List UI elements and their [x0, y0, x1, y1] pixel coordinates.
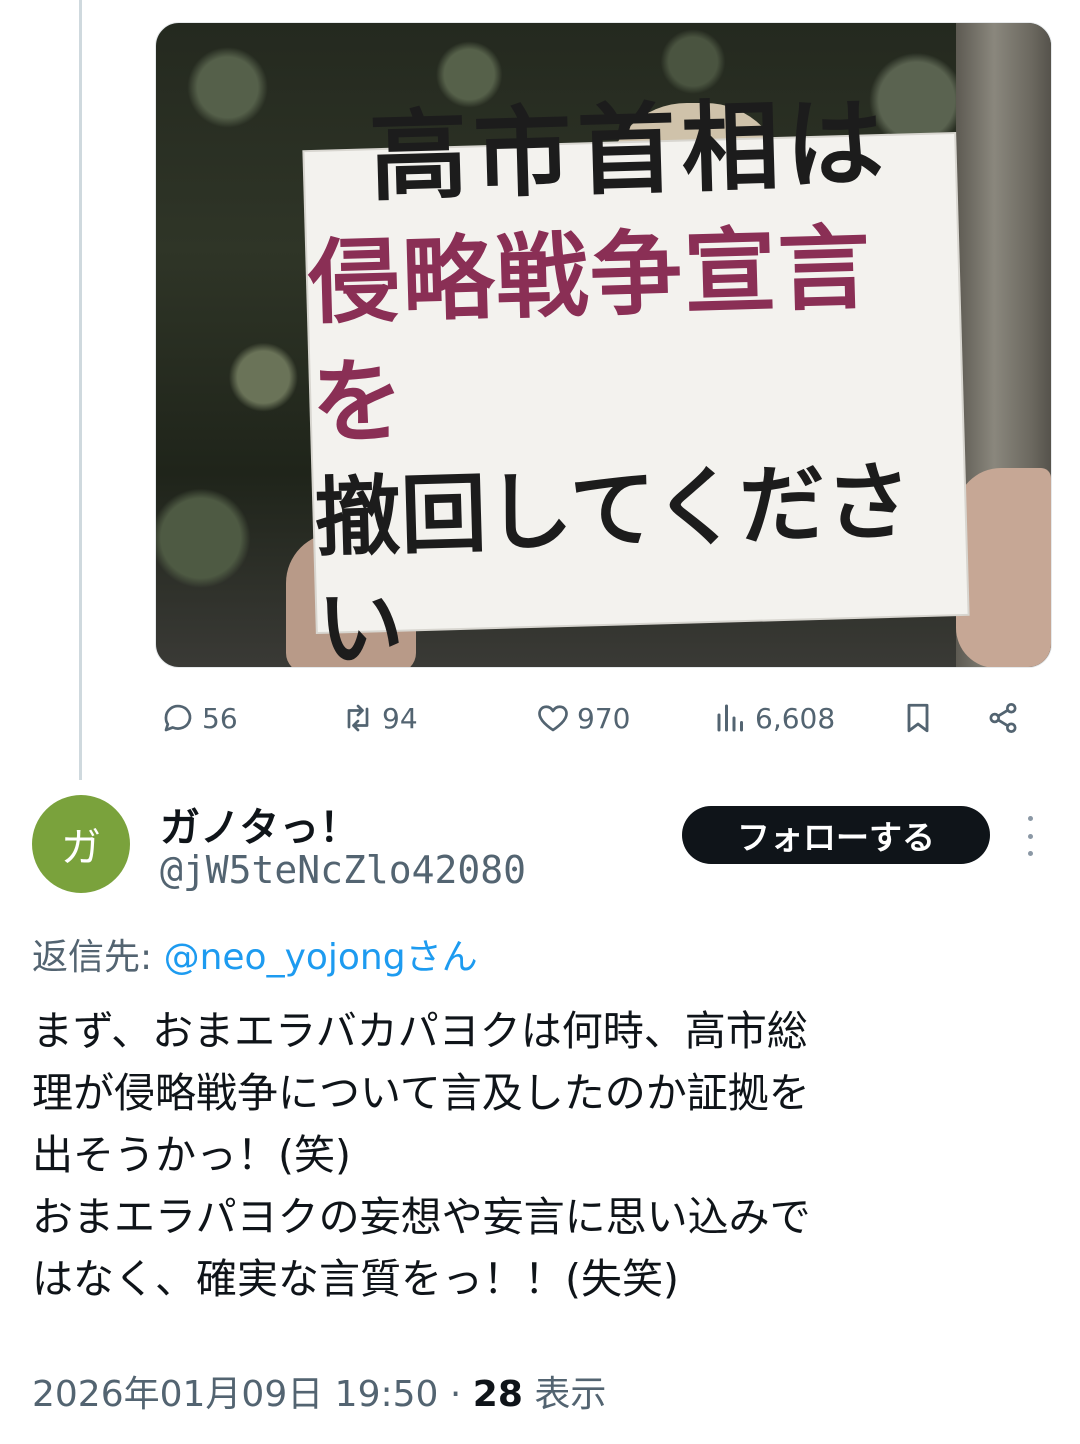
protest-sign: 高市首相は 侵略戦争宣言を 撤回してください: [304, 87, 968, 667]
post-timestamp[interactable]: 2026年01月09日 19:50 ·: [32, 1374, 473, 1415]
reply-button[interactable]: 56: [160, 690, 238, 746]
like-count: 970: [577, 701, 631, 735]
more-options-icon[interactable]: [1015, 816, 1045, 856]
repost-button[interactable]: 94: [340, 690, 418, 746]
reply-to-prefix: 返信先:: [32, 937, 164, 978]
reply-to-line: 返信先: @neo_yojongさん: [32, 928, 478, 980]
post-views-label: 表示: [522, 1374, 607, 1415]
share-icon: [989, 703, 1017, 733]
post-action-bar: 56 94 970 6,608: [155, 690, 1035, 746]
views-icon: [717, 704, 743, 732]
like-button[interactable]: 970: [535, 690, 630, 746]
thread-connector-line: [79, 0, 82, 780]
post-meta: 2026年01月09日 19:50 · 28 表示: [32, 1365, 606, 1417]
reply-to-mention[interactable]: @neo_yojongさん: [164, 937, 478, 978]
display-name[interactable]: ガノタっ！: [160, 795, 359, 853]
bookmark-button[interactable]: [900, 690, 942, 746]
sign-line-3: 撤回してください: [313, 451, 913, 668]
sign-line-2: 侵略戦争宣言を: [306, 214, 874, 457]
views-button[interactable]: 6,608: [713, 690, 835, 746]
avatar[interactable]: ガ: [32, 795, 130, 893]
repost-count: 94: [382, 701, 418, 735]
view-count: 6,608: [755, 701, 836, 735]
bookmark-icon: [907, 703, 929, 733]
post-views-count: 28: [472, 1374, 523, 1415]
repost-icon: [347, 704, 369, 732]
like-icon: [538, 705, 568, 732]
reply-icon: [164, 704, 192, 732]
sign-line-1: 高市首相は: [368, 86, 892, 216]
right-hand: [956, 468, 1051, 667]
post-text: まず、おまエラバカパヨクは何時、高市総 理が侵略戦争について言及したのか証拠を …: [32, 1007, 811, 1303]
user-handle[interactable]: @jW5teNcZlo42080: [160, 848, 526, 892]
follow-button[interactable]: フォローする: [682, 806, 990, 864]
share-button[interactable]: [985, 690, 1027, 746]
reply-count: 56: [202, 701, 238, 735]
post-media-image[interactable]: 高市首相は 侵略戦争宣言を 撤回してください: [155, 22, 1052, 668]
